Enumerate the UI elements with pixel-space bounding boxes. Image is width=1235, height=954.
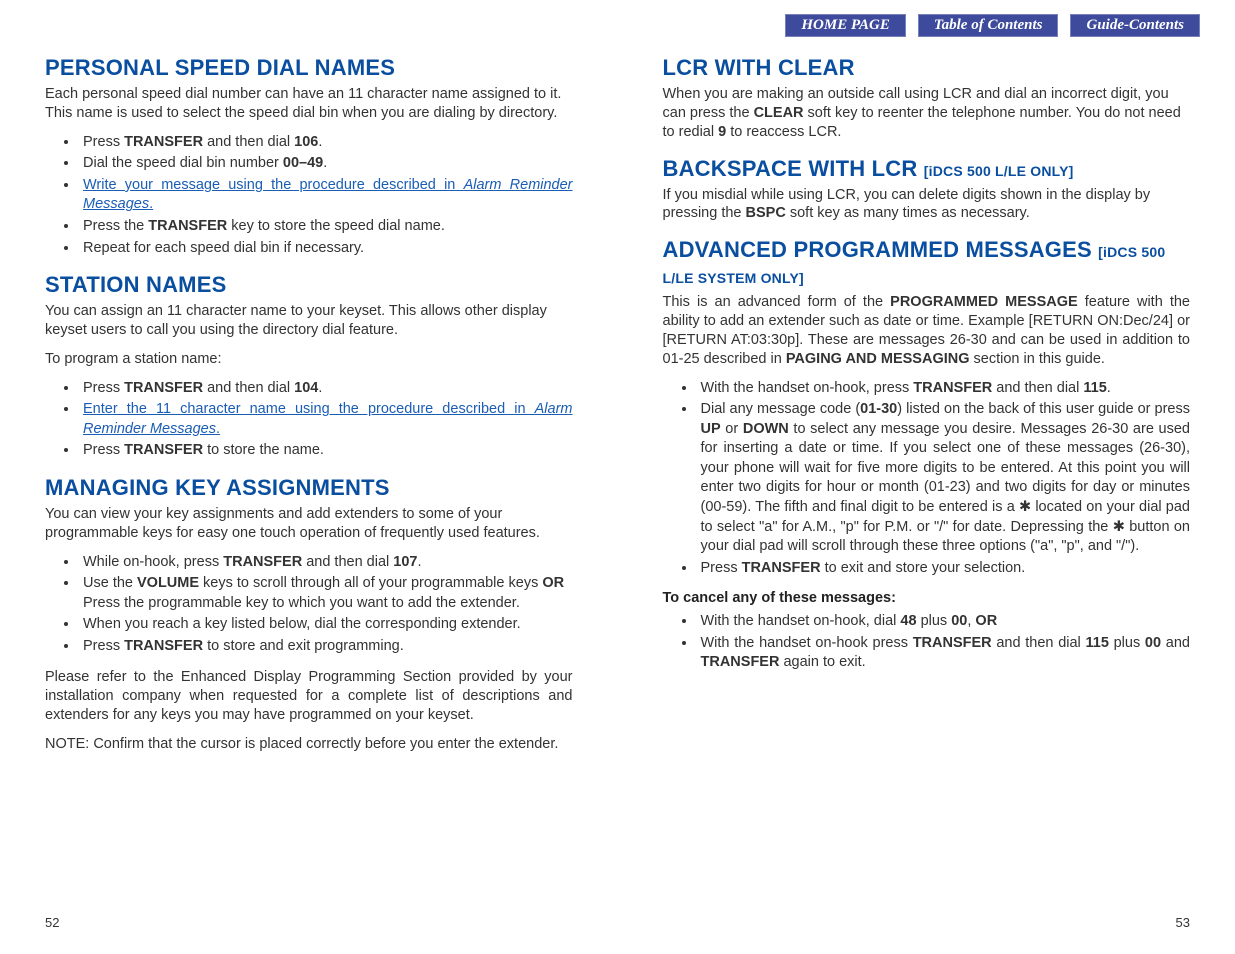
bullet-list: Press TRANSFER and then dial 104. Enter … [45,379,573,461]
list-item: Repeat for each speed dial bin if necess… [79,239,573,259]
list-item: Press TRANSFER to store and exit program… [79,637,573,657]
heading-backspace-lcr: BACKSPACE WITH LCR [iDCS 500 L/LE ONLY] [663,156,1191,182]
list-item: Dial the speed dial bin number 00–49. [79,154,573,174]
list-item: When you reach a key listed below, dial … [79,615,573,635]
bullet-list: With the handset on-hook, dial 48 plus 0… [663,612,1191,673]
list-item: Press TRANSFER and then dial 104. [79,379,573,399]
left-page: PERSONAL SPEED DIAL NAMES Each personal … [0,0,618,954]
page-number-left: 52 [45,915,59,930]
para: When you are making an outside call usin… [663,85,1191,142]
para: Please refer to the Enhanced Display Pro… [45,668,573,725]
para: NOTE: Confirm that the cursor is placed … [45,735,573,754]
heading-advanced-messages: ADVANCED PROGRAMMED MESSAGES [iDCS 500 L… [663,237,1191,289]
link-alarm-reminder-2[interactable]: Enter the 11 character name using the pr… [83,401,573,437]
para: Each personal speed dial number can have… [45,85,573,123]
list-item: Press TRANSFER to store the name. [79,441,573,461]
list-item: Press the TRANSFER key to store the spee… [79,217,573,237]
para: This is an advanced form of the PROGRAMM… [663,293,1191,368]
list-item: Dial any message code (01-30) listed on … [697,400,1191,557]
para: If you misdial while using LCR, you can … [663,186,1191,224]
document-spread: HOME PAGE Table of Contents Guide-Conten… [0,0,1235,954]
heading-lcr-clear: LCR WITH CLEAR [663,55,1191,81]
cancel-heading: To cancel any of these messages: [663,590,1191,606]
list-item: Press TRANSFER and then dial 106. [79,133,573,153]
bullet-list: Press TRANSFER and then dial 106. Dial t… [45,133,573,258]
list-item: With the handset on-hook press TRANSFER … [697,634,1191,673]
heading-station-names: STATION NAMES [45,272,573,298]
heading-personal-speed-dial: PERSONAL SPEED DIAL NAMES [45,55,573,81]
bullet-list: While on-hook, press TRANSFER and then d… [45,553,573,657]
list-item: Write your message using the procedure d… [79,176,573,215]
heading-managing-keys: MANAGING KEY ASSIGNMENTS [45,475,573,501]
para: You can view your key assignments and ad… [45,505,573,543]
list-item: Enter the 11 character name using the pr… [79,400,573,439]
list-item: While on-hook, press TRANSFER and then d… [79,553,573,573]
list-item: With the handset on-hook, dial 48 plus 0… [697,612,1191,632]
list-item: Use the VOLUME keys to scroll through al… [79,574,573,613]
para: You can assign an 11 character name to y… [45,302,573,340]
bullet-list: With the handset on-hook, press TRANSFER… [663,379,1191,579]
page-number-right: 53 [1176,915,1190,930]
list-item: With the handset on-hook, press TRANSFER… [697,379,1191,399]
right-page: LCR WITH CLEAR When you are making an ou… [618,0,1235,954]
link-alarm-reminder[interactable]: Write your message using the procedure d… [83,177,573,213]
para: To program a station name: [45,350,573,369]
list-item: Press TRANSFER to exit and store your se… [697,559,1191,579]
